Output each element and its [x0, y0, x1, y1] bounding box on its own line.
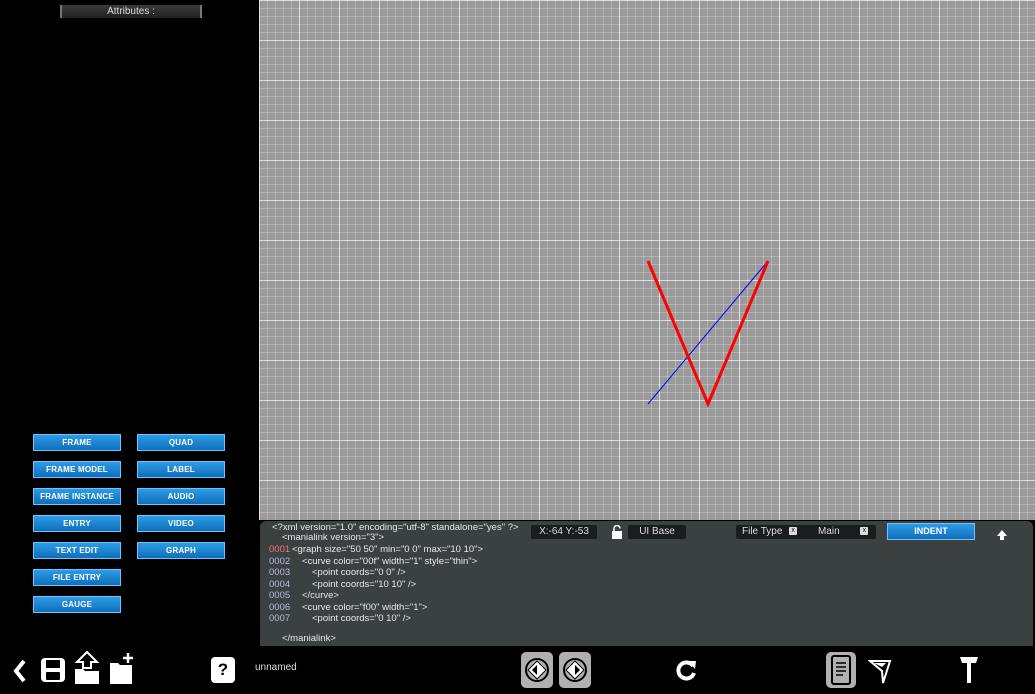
code-line: <point coords="10 10" />: [312, 578, 417, 590]
file-type-label: File Type: [742, 526, 783, 537]
line-number: 0007: [269, 613, 291, 624]
add-gauge-button[interactable]: GAUGE: [33, 596, 121, 613]
cursor-coords: X:-64 Y:-53: [531, 525, 597, 539]
back-chevron-icon[interactable]: [12, 659, 26, 688]
add-frame-model-button[interactable]: FRAME MODEL: [33, 461, 121, 478]
diamond-left-icon: [525, 658, 549, 682]
code-editor[interactable]: <?xml version="1.0" encoding="utf-8" sta…: [260, 521, 1033, 646]
graph-preview[interactable]: [259, 0, 1035, 520]
open-folder-icon[interactable]: [73, 650, 101, 690]
manialink-open-tag: <manialink version="3">: [282, 532, 385, 543]
code-line: <point coords="0 10" />: [312, 613, 411, 624]
add-entry-button[interactable]: ENTRY: [33, 515, 121, 532]
arrow-up-icon[interactable]: [997, 527, 1007, 545]
design-canvas[interactable]: [259, 0, 1035, 520]
line-number: 0003: [269, 567, 291, 578]
line-number: 0005: [269, 590, 291, 601]
hammer-icon[interactable]: [957, 655, 981, 690]
left-panel: Attributes : FRAME FRAME MODEL FRAME INSTA…: [0, 0, 258, 648]
file-type-prev-icon[interactable]: x: [789, 527, 798, 536]
manialink-close-tag: </manialink>: [282, 633, 336, 644]
bottom-toolbar: ? unnamed: [0, 648, 1035, 694]
cursor-tool-icon[interactable]: [867, 657, 892, 690]
new-file-icon[interactable]: [108, 651, 138, 690]
prev-element-button[interactable]: [521, 652, 553, 688]
add-frame-instance-button[interactable]: FRAME INSTANCE: [33, 488, 121, 505]
diamond-right-icon: [563, 658, 587, 682]
add-video-button[interactable]: VIDEO: [137, 515, 225, 532]
code-view-button[interactable]: [826, 652, 856, 688]
code-line: <curve color="00f" width="1" style="thin…: [302, 555, 478, 567]
add-label-button[interactable]: LABEL: [137, 461, 225, 478]
help-icon[interactable]: ?: [211, 657, 235, 683]
add-quad-button[interactable]: QUAD: [137, 434, 225, 451]
line-number: 0002: [269, 555, 291, 567]
next-element-button[interactable]: [559, 652, 591, 688]
add-graph-button[interactable]: GRAPH: [137, 542, 225, 559]
refresh-icon[interactable]: [674, 658, 698, 687]
attributes-header: Attributes :: [60, 5, 202, 18]
file-type-selector[interactable]: File Type x Main x: [736, 525, 876, 539]
ui-base-selector[interactable]: UI Base: [628, 525, 686, 539]
line-number: 0001: [269, 544, 291, 555]
graph-curve-1[interactable]: [647, 260, 769, 405]
add-text-edit-button[interactable]: TEXT EDIT: [33, 542, 121, 559]
code-line: <graph size="50 50" min="0 0" max="10 10…: [292, 544, 484, 555]
code-line: <curve color="f00" width="1">: [302, 601, 428, 613]
line-number: 0006: [269, 601, 291, 613]
add-frame-button[interactable]: FRAME: [33, 434, 121, 451]
lock-icon[interactable]: [610, 524, 624, 544]
document-icon: [831, 655, 851, 685]
add-file-entry-button[interactable]: FILE ENTRY: [33, 569, 121, 586]
indent-button[interactable]: INDENT: [887, 523, 975, 540]
file-type-next-icon[interactable]: x: [860, 527, 869, 536]
code-line: </curve>: [302, 590, 339, 601]
code-line: <point coords="0 0" />: [312, 567, 406, 578]
file-type-value: Main: [817, 526, 840, 537]
line-number: 0004: [269, 578, 291, 590]
add-audio-button[interactable]: AUDIO: [137, 488, 225, 505]
filename-label: unnamed: [255, 662, 297, 673]
save-icon[interactable]: [40, 657, 66, 688]
